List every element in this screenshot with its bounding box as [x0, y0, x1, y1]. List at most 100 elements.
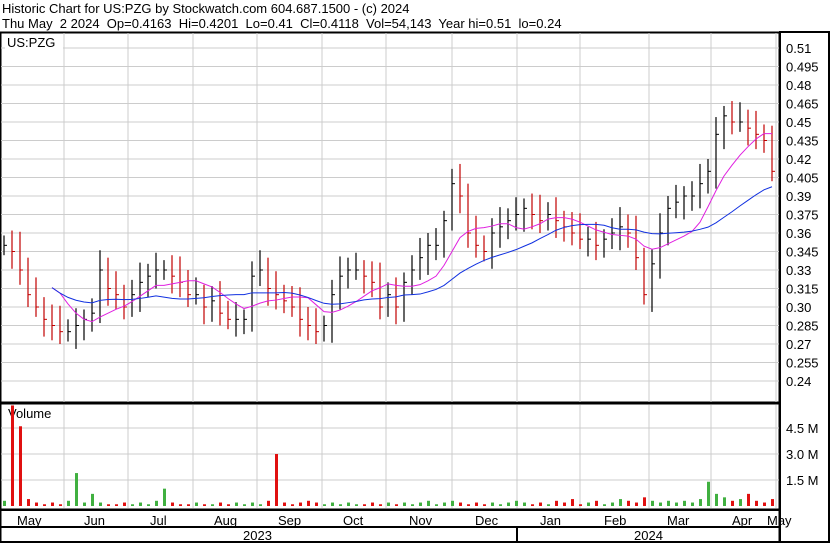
month-label: Jan [540, 513, 561, 528]
volume-bar [163, 488, 166, 506]
volume-bar [395, 504, 398, 506]
volume-bar [115, 504, 118, 506]
year-label: 2024 [634, 528, 663, 543]
volume-tick-label: 3.0 M [786, 447, 819, 462]
volume-bar [723, 497, 726, 506]
volume-bar [267, 500, 270, 506]
volume-bar [379, 504, 382, 506]
volume-bar [131, 504, 134, 506]
volume-bar [387, 502, 390, 506]
volume-bar [59, 504, 62, 506]
price-tick-label: 0.405 [786, 171, 819, 186]
price-tick-label: 0.27 [786, 337, 811, 352]
volume-tick-label: 1.5 M [786, 473, 819, 488]
volume-bar [531, 504, 534, 506]
volume-bar [35, 502, 38, 506]
month-label: Jul [150, 513, 167, 528]
volume-bar [443, 502, 446, 506]
month-label: May [767, 513, 792, 528]
volume-bar [587, 502, 590, 506]
volume-bar [3, 500, 6, 506]
volume-bar [579, 504, 582, 506]
volume-bar [483, 504, 486, 506]
month-label: Aug [214, 513, 237, 528]
volume-bar [107, 504, 110, 506]
volume-bar [19, 426, 22, 506]
volume-bar [731, 500, 734, 506]
volume-bar [147, 504, 150, 506]
volume-bar [323, 504, 326, 506]
price-tick-label: 0.465 [786, 97, 819, 112]
price-tick-label: 0.33 [786, 263, 811, 278]
price-tick-label: 0.39 [786, 189, 811, 204]
volume-bar [43, 504, 46, 506]
volume-bar [403, 502, 406, 506]
volume-bar [235, 502, 238, 506]
volume-bar [251, 502, 254, 506]
volume-bar [211, 504, 214, 506]
volume-bar [363, 504, 366, 506]
volume-bar [195, 502, 198, 506]
price-panel-frame [0, 31, 781, 404]
volume-bar [347, 502, 350, 506]
volume-bar [491, 502, 494, 506]
volume-bar [299, 502, 302, 506]
volume-bar [123, 502, 126, 506]
volume-bar [771, 499, 774, 506]
volume-bar [619, 499, 622, 506]
month-label: Nov [409, 513, 433, 528]
volume-bar [411, 504, 414, 506]
volume-panel-frame [0, 402, 781, 511]
volume-bar [283, 502, 286, 506]
volume-bar [643, 497, 646, 506]
month-label: Jun [84, 513, 105, 528]
month-label: Sep [278, 513, 301, 528]
volume-bar [99, 502, 102, 506]
volume-bar [331, 502, 334, 506]
volume-bar [651, 500, 654, 506]
volume-bar [715, 493, 718, 506]
month-label: Oct [343, 513, 364, 528]
volume-bar [563, 502, 566, 506]
volume-bar [371, 502, 374, 506]
volume-bar [659, 502, 662, 506]
volume-bar [683, 500, 686, 506]
volume-bar [339, 504, 342, 506]
volume-bar [555, 500, 558, 506]
volume-bar [243, 504, 246, 506]
volume-bar [667, 500, 670, 506]
volume-bar [83, 502, 86, 506]
price-tick-label: 0.255 [786, 356, 819, 371]
volume-bar [611, 502, 614, 506]
volume-bar [627, 500, 630, 506]
symbol-label: US:PZG [7, 35, 55, 50]
volume-bar [203, 504, 206, 506]
volume-bar [187, 504, 190, 506]
volume-bar [315, 502, 318, 506]
volume-bar [691, 502, 694, 506]
volume-bar [427, 500, 430, 506]
volume-bar [91, 493, 94, 506]
price-tick-label: 0.36 [786, 226, 811, 241]
month-label: Feb [604, 513, 626, 528]
price-tick-label: 0.42 [786, 152, 811, 167]
volume-bar [11, 405, 14, 506]
price-tick-label: 0.51 [786, 41, 811, 56]
volume-bar [699, 499, 702, 506]
volume-bar [675, 502, 678, 506]
chart-canvas: 0.51 0.495 0.48 0.465 0.45 0.435 0.42 0.405 0.39… [0, 31, 830, 543]
volume-bar [155, 500, 158, 506]
volume-bar [259, 504, 262, 506]
volume-bar [515, 500, 518, 506]
volume-bar [75, 473, 78, 506]
volume-bar [635, 502, 638, 506]
volume-bar [499, 504, 502, 506]
volume-bar [307, 500, 310, 506]
volume-bar [67, 500, 70, 506]
month-label: May [17, 513, 42, 528]
volume-bar [547, 504, 550, 506]
volume-bar [419, 502, 422, 506]
volume-bar [355, 504, 358, 506]
volume-bar [171, 502, 174, 506]
volume-bar [139, 502, 142, 506]
